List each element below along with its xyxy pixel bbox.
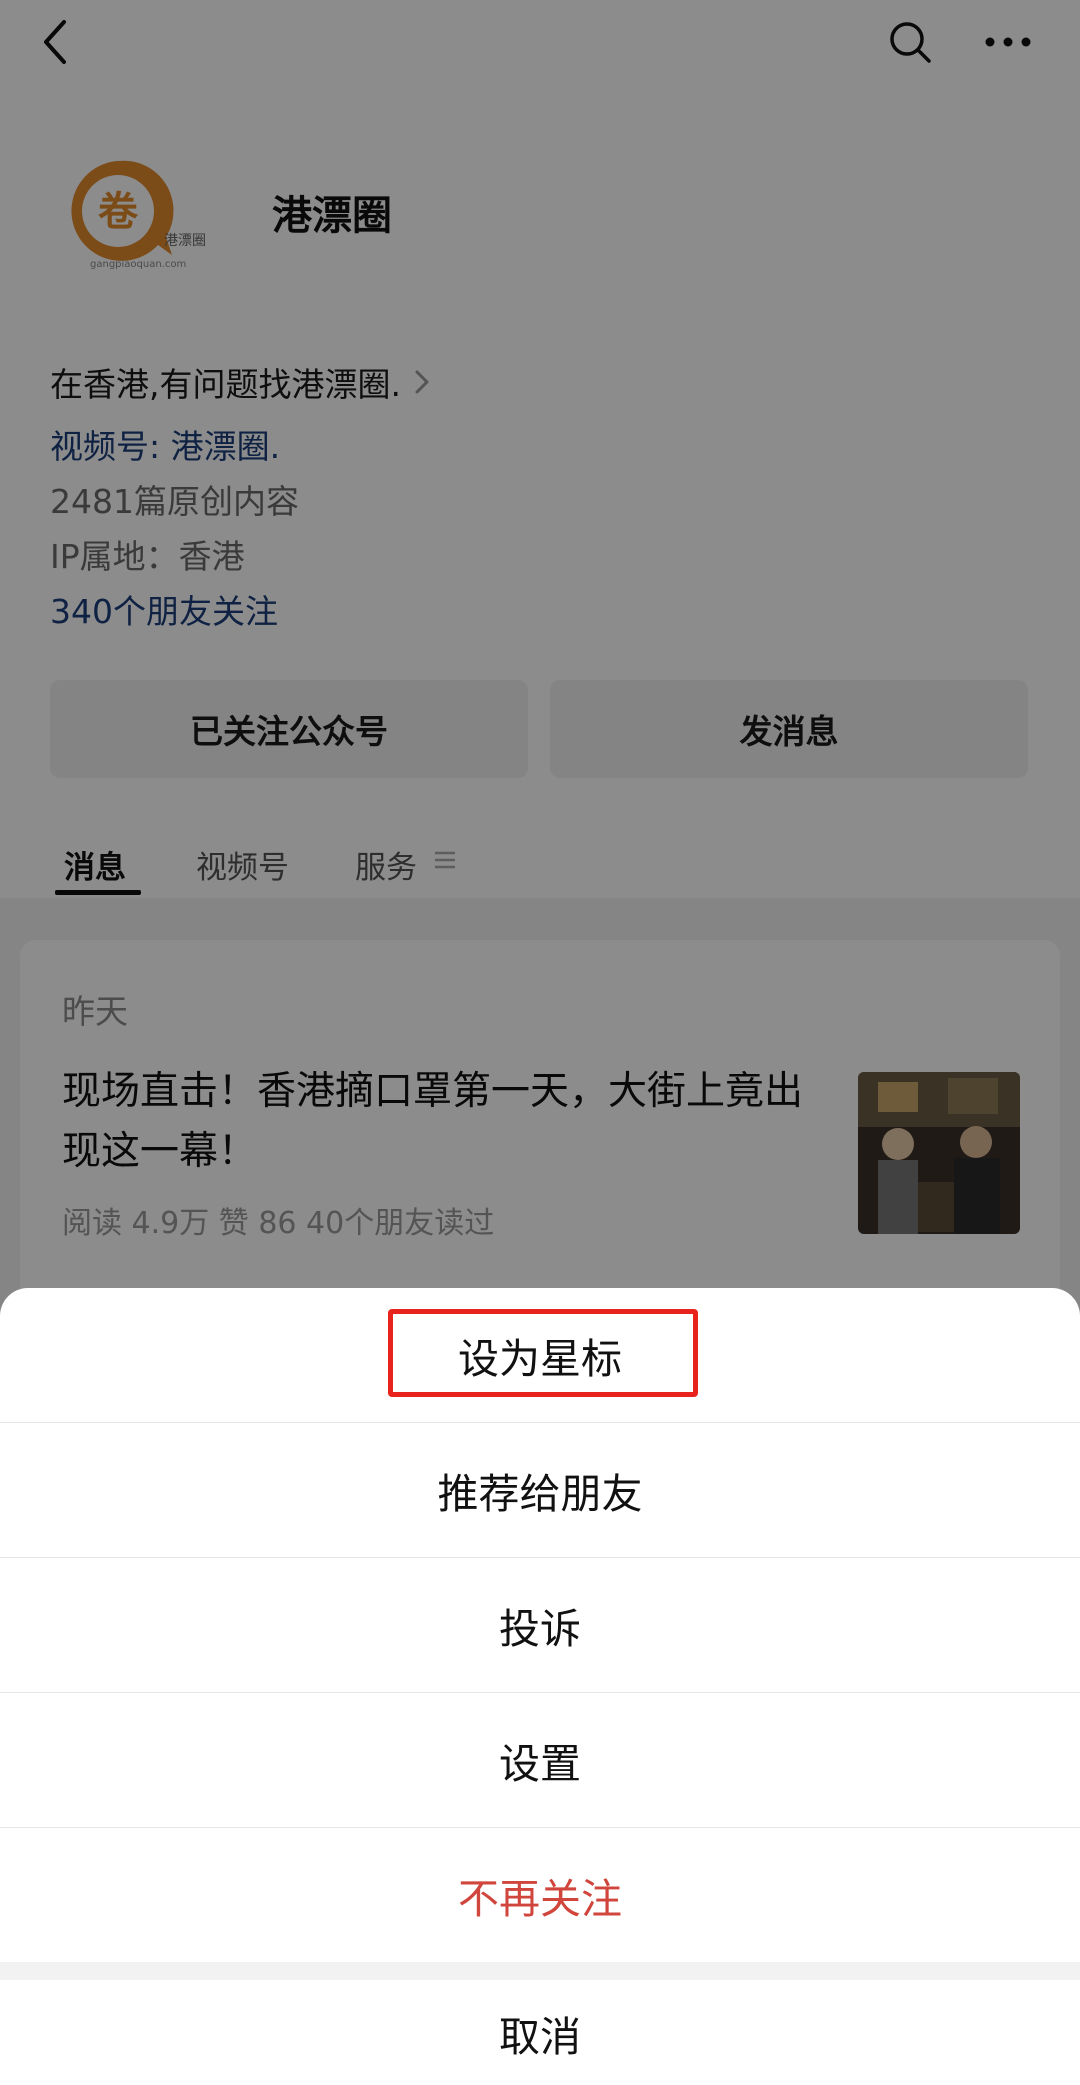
report-option[interactable]: 投诉 <box>0 1558 1080 1692</box>
action-sheet: 设为星标 推荐给朋友 投诉 设置 不再关注 取消 <box>0 1288 1080 2085</box>
cancel-button[interactable]: 取消 <box>0 1980 1080 2085</box>
account-profile-page: 卷 港漂圈 gangpiaoquan.com 港漂圈 在香港,有问题找港漂圈. … <box>0 0 1080 2085</box>
highlight-annotation <box>388 1309 698 1397</box>
unfollow-option[interactable]: 不再关注 <box>0 1828 1080 1962</box>
settings-option[interactable]: 设置 <box>0 1693 1080 1827</box>
sheet-gap <box>0 1962 1080 1980</box>
recommend-to-friend-option[interactable]: 推荐给朋友 <box>0 1423 1080 1557</box>
